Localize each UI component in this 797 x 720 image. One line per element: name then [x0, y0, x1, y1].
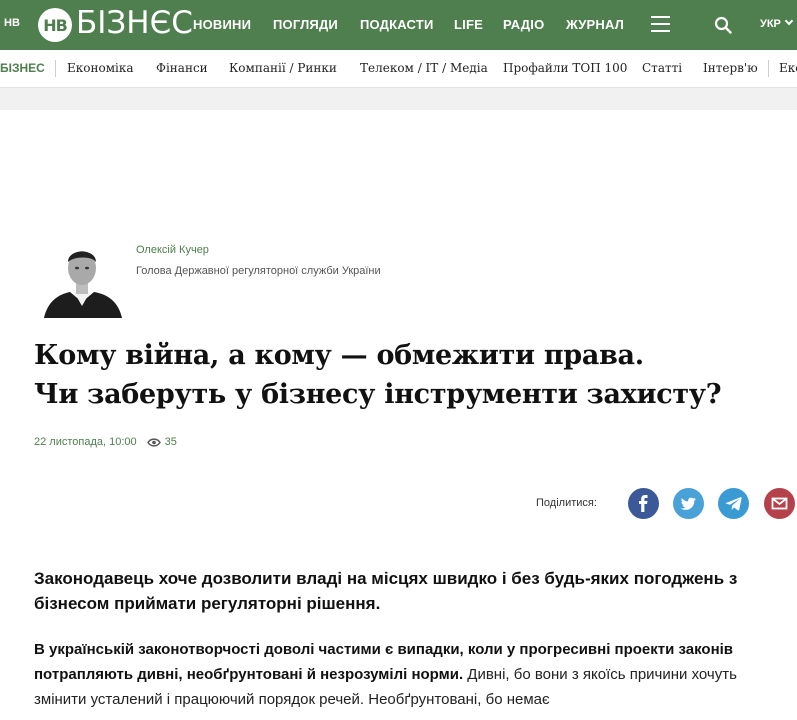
subnav-economy[interactable]: Економіка: [67, 61, 134, 75]
share-email-button[interactable]: [764, 488, 795, 519]
subnav-business[interactable]: БІЗНЕС: [0, 61, 45, 75]
facebook-icon: [639, 495, 648, 512]
twitter-icon: [680, 497, 696, 510]
nav-news[interactable]: НОВИНИ: [193, 17, 251, 32]
eye-icon: [146, 437, 161, 447]
telegram-icon: [725, 497, 742, 511]
language-selector[interactable]: УКР: [760, 16, 794, 30]
share-label: Поділитися:: [536, 497, 597, 509]
search-icon[interactable]: [714, 16, 732, 34]
subnav-ecology[interactable]: Еко: [779, 61, 797, 75]
subnav-interviews[interactable]: Інтерв'ю: [703, 61, 758, 75]
top-navigation-bar: НВ НВ БІЗНЄС НОВИНИ ПОГЛЯДИ ПОДКАСТИ LIF…: [0, 0, 797, 50]
subnav-telecom-it-media[interactable]: Телеком / IT / Медіа: [360, 61, 488, 75]
email-icon: [771, 497, 788, 510]
chevron-down-icon: [784, 16, 794, 26]
article-lead: Законодавець хоче дозволити владі на міс…: [34, 569, 738, 613]
subnav-articles[interactable]: Статті: [642, 61, 682, 75]
share-twitter-button[interactable]: [673, 488, 704, 519]
section-subnav: БІЗНЕС Економіка Фінанси Компанії / Ринк…: [0, 50, 797, 88]
article-meta: 22 листопада, 10:00 35: [34, 436, 177, 448]
menu-icon[interactable]: [651, 16, 670, 33]
author-avatar[interactable]: [40, 240, 124, 318]
language-label: УКР: [760, 18, 781, 30]
nav-life[interactable]: LIFE: [454, 17, 483, 32]
subnav-companies-markets[interactable]: Компанії / Ринки: [229, 61, 337, 75]
subnav-divider: [55, 60, 56, 77]
nv-home-link[interactable]: НВ: [4, 17, 20, 29]
logo-mark: НВ: [43, 16, 68, 35]
author-role: Голова Державної регуляторної служби Укр…: [136, 265, 381, 277]
subnav-finance[interactable]: Фінанси: [156, 61, 208, 75]
article-body-paragraph: В українській законотворчості доволі час…: [34, 637, 779, 712]
title-line-1: Кому війна, а кому — обмежити права.: [34, 340, 644, 371]
article-title: Кому війна, а кому — обмежити права. Чи …: [34, 336, 794, 414]
nav-opinions[interactable]: ПОГЛЯДИ: [273, 17, 338, 32]
nv-logo-icon[interactable]: НВ: [38, 8, 72, 42]
nav-magazine[interactable]: ЖУРНАЛ: [566, 17, 624, 32]
business-section-logo[interactable]: БІЗНЄС: [76, 5, 193, 41]
share-facebook-button[interactable]: [628, 488, 659, 519]
subnav-top100-profiles[interactable]: Профайли ТОП 100: [503, 61, 627, 75]
author-name[interactable]: Олексій Кучер: [136, 244, 209, 256]
nav-podcasts[interactable]: ПОДКАСТИ: [360, 17, 434, 32]
title-line-2: Чи заберуть у бізнесу інструменти захист…: [34, 379, 722, 410]
subnav-divider: [768, 60, 769, 77]
share-telegram-button[interactable]: [718, 488, 749, 519]
view-count: 35: [164, 436, 177, 448]
nav-radio[interactable]: РАДІО: [503, 17, 544, 32]
publish-date: 22 листопада, 10:00: [34, 436, 137, 448]
ad-placeholder-band: [0, 88, 797, 110]
